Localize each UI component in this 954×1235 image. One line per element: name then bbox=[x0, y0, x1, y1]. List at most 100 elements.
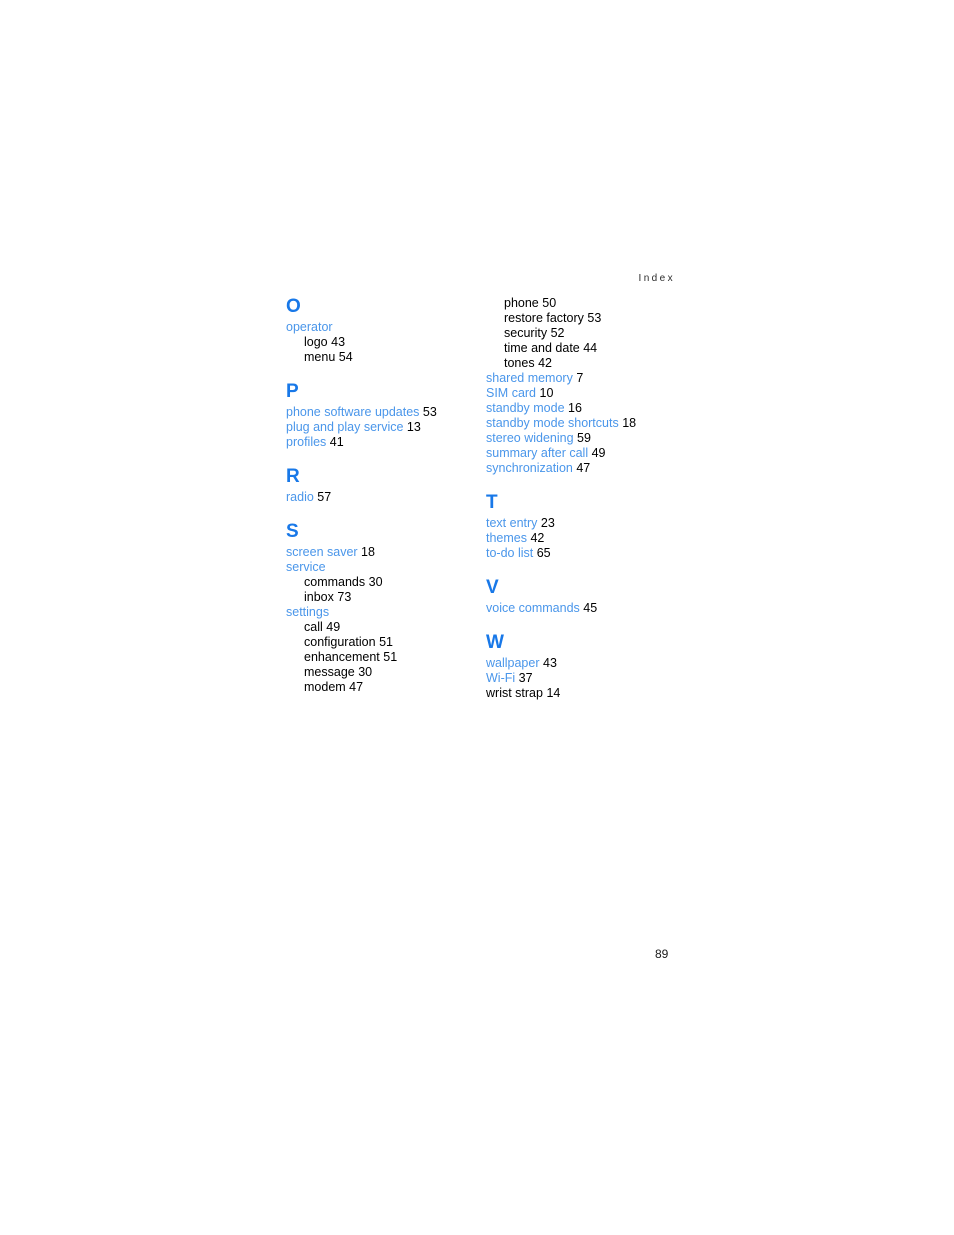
index-term: enhancement bbox=[304, 650, 380, 664]
section-letter: S bbox=[286, 521, 299, 542]
index-entry[interactable]: voice commands 45 bbox=[486, 601, 686, 616]
index-page-number: 42 bbox=[530, 531, 545, 545]
index-term[interactable]: wallpaper bbox=[486, 656, 540, 670]
index-entry[interactable]: wallpaper 43 bbox=[486, 656, 686, 671]
index-entry-list: phone 50 restore factory 53 security 52 tim… bbox=[486, 296, 686, 476]
index-page-number: 30 bbox=[358, 665, 373, 679]
index-entry[interactable]: to-do list 65 bbox=[486, 546, 686, 561]
page-number: 89 bbox=[655, 947, 669, 961]
index-entry[interactable]: operator bbox=[286, 320, 486, 335]
index-entry-list: wallpaper 43 Wi-Fi 37 wrist strap 14 bbox=[486, 656, 686, 701]
index-section-t: Ttext entry 23 themes 42 to-do list 65 bbox=[486, 492, 686, 561]
index-subentry: tones 42 bbox=[486, 356, 686, 371]
index-page-number: 23 bbox=[540, 516, 555, 530]
index-entry[interactable]: radio 57 bbox=[286, 490, 486, 505]
index-page-number: 30 bbox=[368, 575, 383, 589]
index-term: message bbox=[304, 665, 355, 679]
index-entry[interactable]: summary after call 49 bbox=[486, 446, 686, 461]
index-term[interactable]: Wi-Fi bbox=[486, 671, 515, 685]
index-term: configuration bbox=[304, 635, 376, 649]
index-subentry: configuration 51 bbox=[286, 635, 486, 650]
index-page-number: 14 bbox=[546, 686, 561, 700]
index-entry[interactable]: SIM card 10 bbox=[486, 386, 686, 401]
index-page-number: 43 bbox=[543, 656, 557, 670]
section-letter: W bbox=[486, 632, 504, 653]
index-term[interactable]: operator bbox=[286, 320, 333, 334]
index-section-s: Sscreen saver 18 service commands 30 inbox … bbox=[286, 521, 486, 695]
index-term[interactable]: radio bbox=[286, 490, 314, 504]
index-page-number: 10 bbox=[539, 386, 554, 400]
section-letter: T bbox=[486, 492, 498, 513]
index-term[interactable]: phone software updates bbox=[286, 405, 419, 419]
index-term: security bbox=[504, 326, 548, 340]
index-page-number: 47 bbox=[576, 461, 591, 475]
index-page-number: 18 bbox=[622, 416, 637, 430]
index-term[interactable]: to-do list bbox=[486, 546, 533, 560]
index-entry[interactable]: screen saver 18 bbox=[286, 545, 486, 560]
index-term[interactable]: voice commands bbox=[486, 601, 580, 615]
index-term[interactable]: screen saver bbox=[286, 545, 358, 559]
index-page-number: 54 bbox=[338, 350, 353, 364]
index-term: restore factory bbox=[504, 311, 584, 325]
index-term[interactable]: profiles bbox=[286, 435, 326, 449]
index-term[interactable]: summary after call bbox=[486, 446, 588, 460]
index-subentry: call 49 bbox=[286, 620, 486, 635]
index-page-number: 50 bbox=[542, 296, 557, 310]
index-entry[interactable]: text entry 23 bbox=[486, 516, 686, 531]
index-section-v: Vvoice commands 45 bbox=[486, 577, 686, 616]
index-page-number: 49 bbox=[326, 620, 341, 634]
index-term: menu bbox=[304, 350, 336, 364]
index-page-number: 51 bbox=[383, 650, 398, 664]
index-term[interactable]: standby mode shortcuts bbox=[486, 416, 619, 430]
index-subentry: security 52 bbox=[486, 326, 686, 341]
index-page-number: 45 bbox=[583, 601, 598, 615]
index-term[interactable]: stereo widening bbox=[486, 431, 574, 445]
index-term[interactable]: synchronization bbox=[486, 461, 573, 475]
index-page-number: 42 bbox=[538, 356, 552, 370]
section-letter: O bbox=[286, 296, 301, 317]
index-term[interactable]: plug and play service bbox=[286, 420, 403, 434]
index-entry-list: operator logo 43 menu 54 bbox=[286, 320, 486, 365]
index-term[interactable]: SIM card bbox=[486, 386, 536, 400]
index-page: Index Ooperator logo 43 menu 54 Pphone soft… bbox=[0, 0, 954, 1235]
index-entry[interactable]: synchronization 47 bbox=[486, 461, 686, 476]
index-body: Ooperator logo 43 menu 54 Pphone software u… bbox=[286, 296, 686, 701]
index-entry[interactable]: stereo widening 59 bbox=[486, 431, 686, 446]
index-page-number: 18 bbox=[361, 545, 375, 559]
index-term[interactable]: service bbox=[286, 560, 326, 574]
index-page-number: 43 bbox=[331, 335, 346, 349]
index-subentry: restore factory 53 bbox=[486, 311, 686, 326]
index-page-number: 53 bbox=[422, 405, 437, 419]
section-letter: P bbox=[286, 381, 299, 402]
section-letter: V bbox=[486, 577, 499, 598]
index-page-number: 47 bbox=[349, 680, 364, 694]
index-entry[interactable]: shared memory 7 bbox=[486, 371, 686, 386]
index-page-number: 49 bbox=[591, 446, 606, 460]
index-entry[interactable]: settings bbox=[286, 605, 486, 620]
index-page-number: 13 bbox=[406, 420, 421, 434]
index-entry[interactable]: Wi-Fi 37 bbox=[486, 671, 686, 686]
index-term[interactable]: settings bbox=[286, 605, 329, 619]
index-term: logo bbox=[304, 335, 328, 349]
index-entry[interactable]: themes 42 bbox=[486, 531, 686, 546]
index-subentry: phone 50 bbox=[486, 296, 686, 311]
index-page-number: 59 bbox=[577, 431, 591, 445]
right-column: phone 50 restore factory 53 security 52 tim… bbox=[486, 296, 686, 701]
index-term[interactable]: themes bbox=[486, 531, 527, 545]
index-page-number: 37 bbox=[518, 671, 533, 685]
index-entry[interactable]: service bbox=[286, 560, 486, 575]
index-entry[interactable]: standby mode shortcuts 18 bbox=[486, 416, 686, 431]
index-term[interactable]: text entry bbox=[486, 516, 537, 530]
index-entry[interactable]: plug and play service 13 bbox=[286, 420, 486, 435]
index-page-number: 41 bbox=[329, 435, 344, 449]
index-entry[interactable]: standby mode 16 bbox=[486, 401, 686, 416]
running-header: Index bbox=[638, 273, 675, 284]
index-term[interactable]: shared memory bbox=[486, 371, 573, 385]
index-entry[interactable]: profiles 41 bbox=[286, 435, 486, 450]
index-entry-list: voice commands 45 bbox=[486, 601, 686, 616]
index-term: inbox bbox=[304, 590, 334, 604]
index-term[interactable]: standby mode bbox=[486, 401, 565, 415]
index-page-number: 51 bbox=[379, 635, 393, 649]
index-entry-list: text entry 23 themes 42 to-do list 65 bbox=[486, 516, 686, 561]
index-entry[interactable]: phone software updates 53 bbox=[286, 405, 486, 420]
